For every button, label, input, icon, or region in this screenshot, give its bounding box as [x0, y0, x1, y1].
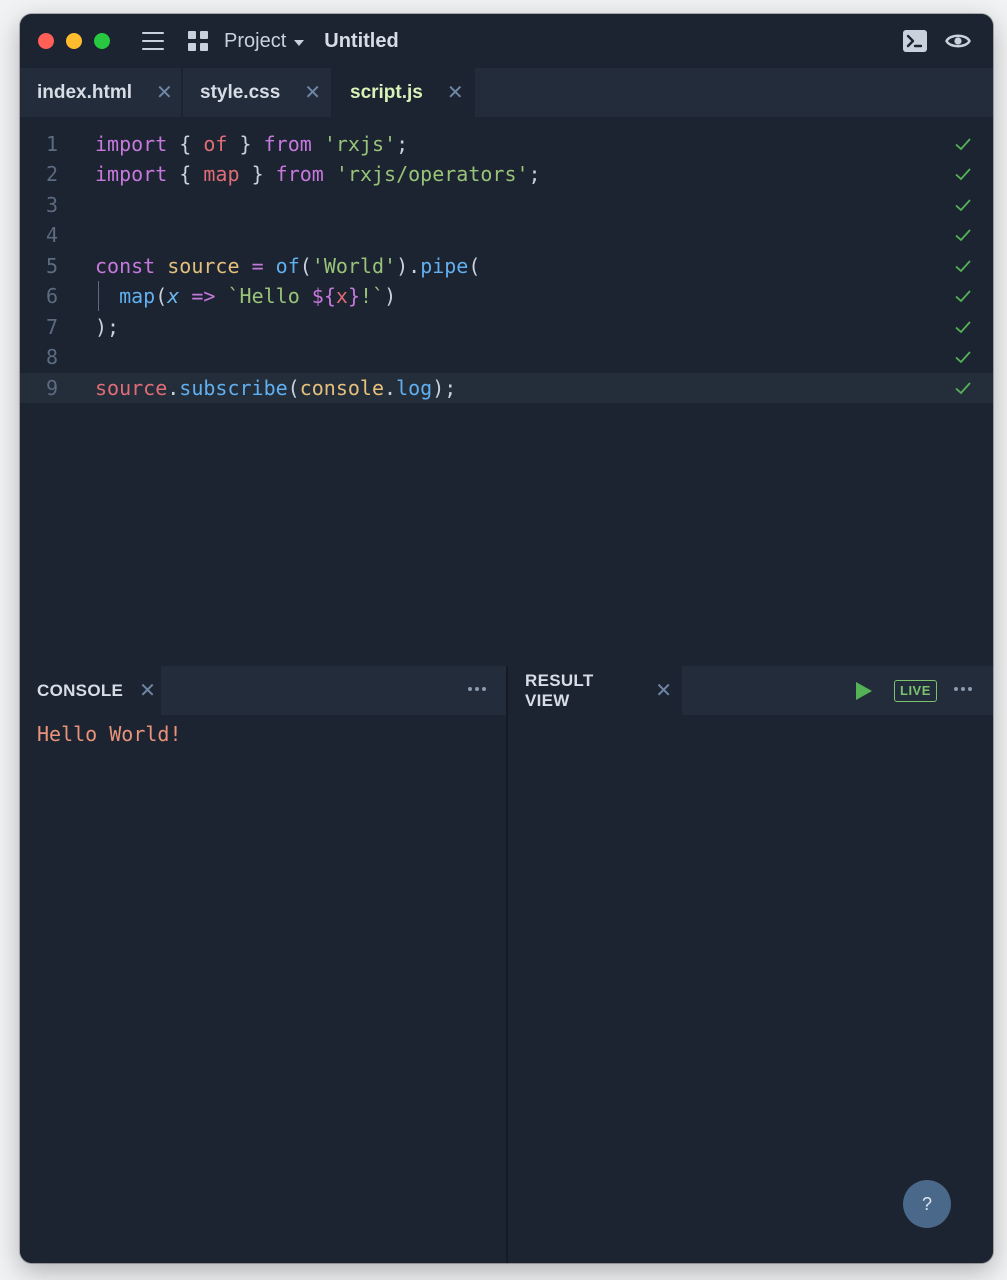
code-editor[interactable]: 1 import { of } from 'rxjs'; 2 import { …	[20, 117, 993, 666]
line-number: 8	[45, 345, 58, 369]
console-output: Hello World!	[37, 722, 182, 746]
line-number: 4	[45, 223, 58, 247]
hamburger-menu-icon[interactable]	[142, 32, 164, 50]
code-text: source.subscribe(console.log);	[95, 376, 457, 400]
more-options-icon[interactable]	[468, 687, 489, 691]
close-tab-icon[interactable]: ✕	[304, 83, 321, 103]
check-icon	[955, 321, 971, 334]
play-icon[interactable]	[856, 682, 872, 700]
live-toggle[interactable]: LIVE	[894, 680, 937, 702]
line-number: 7	[45, 315, 58, 339]
title-bar: Project Untitled	[20, 14, 993, 68]
code-line[interactable]: 7 );	[20, 312, 993, 342]
line-number: 5	[45, 254, 58, 278]
code-text: import { of } from 'rxjs';	[95, 132, 409, 156]
check-icon	[955, 260, 971, 273]
check-icon	[955, 351, 971, 364]
help-button[interactable]: ?	[903, 1180, 951, 1228]
window-controls	[38, 33, 110, 49]
document-title: Untitled	[324, 29, 399, 52]
grid-icon[interactable]	[188, 31, 208, 51]
check-icon	[955, 382, 971, 395]
code-text: const source = of('World').pipe(	[95, 254, 481, 278]
result-view-panel: RESULT VIEW ✕ LIVE	[508, 666, 993, 1263]
tab-label: RESULT VIEW	[525, 670, 594, 710]
code-line[interactable]: 1 import { of } from 'rxjs';	[20, 129, 993, 159]
caret-down-icon	[294, 39, 305, 46]
minimize-window-button[interactable]	[66, 33, 82, 49]
code-text: map(x => `Hello ${x}!`)	[119, 284, 397, 308]
check-icon	[955, 138, 971, 151]
line-number: 1	[45, 132, 58, 156]
code-line[interactable]: 5 const source = of('World').pipe(	[20, 251, 993, 281]
tab-script-js[interactable]: script.js ✕	[333, 68, 475, 117]
code-line[interactable]: 6 map(x => `Hello ${x}!`)	[20, 281, 993, 311]
close-tab-icon[interactable]: ✕	[655, 681, 672, 701]
result-tab-bar: RESULT VIEW ✕ LIVE	[508, 666, 993, 715]
maximize-window-button[interactable]	[94, 33, 110, 49]
code-text: import { map } from 'rxjs/operators';	[95, 162, 541, 186]
code-line-current[interactable]: 9 source.subscribe(console.log);	[20, 373, 993, 403]
tab-label: style.css	[200, 81, 281, 103]
tab-label: CONSOLE	[37, 680, 124, 700]
code-line[interactable]: 8	[20, 342, 993, 372]
close-tab-icon[interactable]: ✕	[139, 681, 156, 701]
tab-style-css[interactable]: style.css ✕	[183, 68, 333, 117]
code-text: );	[95, 315, 120, 339]
tab-console[interactable]: CONSOLE ✕	[20, 666, 161, 715]
code-line[interactable]: 4	[20, 220, 993, 250]
file-tab-bar: index.html ✕ style.css ✕ script.js ✕	[20, 68, 993, 117]
check-icon	[955, 168, 971, 181]
close-tab-icon[interactable]: ✕	[447, 83, 464, 103]
close-tab-icon[interactable]: ✕	[156, 83, 173, 103]
console-panel: CONSOLE ✕ Hello World!	[20, 666, 508, 1263]
editor-window: Project Untitled index.html ✕ style.css	[20, 14, 993, 1263]
tab-index-html[interactable]: index.html ✕	[20, 68, 183, 117]
tab-result-view[interactable]: RESULT VIEW ✕	[508, 666, 682, 715]
project-label: Project	[224, 29, 287, 52]
code-line[interactable]: 3	[20, 190, 993, 220]
tab-label: index.html	[37, 81, 133, 103]
more-options-icon[interactable]	[954, 687, 975, 691]
console-tab-bar: CONSOLE ✕	[20, 666, 506, 715]
project-dropdown[interactable]: Project	[224, 29, 305, 53]
tab-label: script.js	[350, 81, 423, 103]
check-icon	[955, 199, 971, 212]
code-line[interactable]: 2 import { map } from 'rxjs/operators';	[20, 159, 993, 189]
check-icon	[955, 290, 971, 303]
close-window-button[interactable]	[38, 33, 54, 49]
terminal-icon[interactable]	[903, 30, 927, 52]
eye-icon[interactable]	[945, 31, 971, 51]
line-number: 9	[45, 376, 58, 400]
check-icon	[955, 229, 971, 242]
line-number: 6	[45, 284, 58, 308]
line-number: 3	[45, 193, 58, 217]
line-number: 2	[45, 162, 58, 186]
